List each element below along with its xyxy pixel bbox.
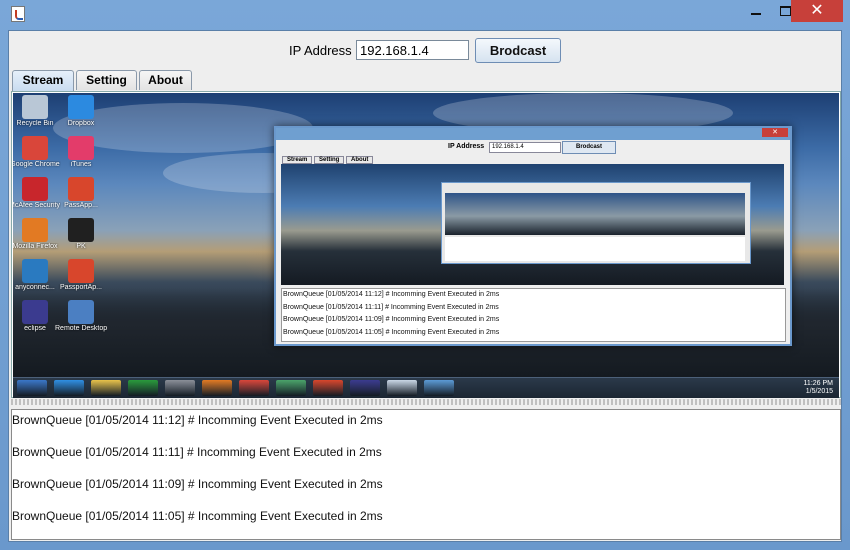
remote-desktop-stream[interactable]: Recycle Bin Dropbox Google Chrome iTunes McA… <box>13 93 839 398</box>
monitor-icon[interactable] <box>424 380 454 396</box>
dropbox-icon <box>68 95 94 119</box>
desktop-icon[interactable]: eclipse <box>13 300 61 333</box>
firefox-icon <box>22 218 48 242</box>
eclipse-icon[interactable] <box>350 380 380 396</box>
desktop-icon-label: PassportAp... <box>59 284 103 291</box>
file-explorer-icon[interactable] <box>91 380 121 396</box>
system-tray-clock[interactable]: 11:26 PM 1/5/2015 <box>804 380 833 396</box>
recursive-desktop <box>445 193 745 235</box>
clock-time: 11:26 PM <box>803 380 833 387</box>
desktop-icon-label: PassApp... <box>64 202 98 209</box>
nested-tab-about: About <box>346 156 374 164</box>
eclipse-icon <box>22 300 48 324</box>
desktop-icon[interactable]: Google Chrome <box>13 136 61 169</box>
log-line: BrownQueue [01/05/2014 11:05] # Incommin… <box>12 509 383 523</box>
anyconnect-icon <box>22 259 48 283</box>
globe-icon[interactable] <box>276 380 306 396</box>
desktop-icon-label: iTunes <box>70 161 92 168</box>
nested-log: BrownQueue [01/05/2014 11:12] # Incommin… <box>281 288 786 342</box>
tab-setting[interactable]: Setting <box>76 70 137 90</box>
windows-start-icon[interactable] <box>17 380 47 396</box>
nested-log-line: BrownQueue [01/05/2014 11:09] # Incommin… <box>283 316 500 323</box>
passapp-icon[interactable] <box>313 380 343 396</box>
nested-app-window: ✕ IP Address 192.168.1.4 Brodcast Stream… <box>274 126 792 346</box>
tab-stream[interactable]: Stream <box>12 70 74 91</box>
desktop-icon-label: Dropbox <box>67 120 95 127</box>
desktop-icon-label: Mozilla Firefox <box>13 243 58 250</box>
passapp-icon <box>68 177 94 201</box>
desktop-icon[interactable]: Dropbox <box>55 95 107 128</box>
nested-log-line: BrownQueue [01/05/2014 11:05] # Incommin… <box>283 328 500 336</box>
nested-log-line: BrownQueue [01/05/2014 11:11] # Incommin… <box>283 303 499 311</box>
client-area: IP Address Brodcast Stream Setting About… <box>8 30 842 542</box>
nested-tab-setting: Setting <box>314 156 345 164</box>
desktop-icon[interactable]: McAfee Security Sc... <box>13 177 61 210</box>
nested-broadcast-button: Brodcast <box>562 141 616 154</box>
network-icon[interactable] <box>165 380 195 396</box>
desktop-icon-label: Google Chrome <box>13 161 60 168</box>
ip-row: IP Address Brodcast <box>9 31 841 71</box>
store-icon[interactable] <box>128 380 158 396</box>
ip-address-label: IP Address <box>289 43 352 58</box>
chrome-icon <box>22 136 48 160</box>
event-log[interactable]: BrownQueue [01/05/2014 11:12] # Incommin… <box>11 409 841 540</box>
desktop-icon-label: McAfee Security Sc... <box>13 202 61 209</box>
desktop-icon[interactable]: PassportAp... <box>55 259 107 292</box>
desktop-icon[interactable]: PK <box>55 218 107 251</box>
java-cup-icon[interactable] <box>11 6 25 22</box>
chrome-icon[interactable] <box>239 380 269 396</box>
desktop-icon-label: anyconnec... <box>15 284 55 291</box>
nested-tabs: Stream Setting About <box>282 156 374 164</box>
log-line: BrownQueue [01/05/2014 11:09] # Incommin… <box>12 477 383 491</box>
taskbar: 11:26 PM 1/5/2015 <box>13 377 839 398</box>
nested-ip-label: IP Address <box>448 143 485 150</box>
close-button[interactable]: ✕ <box>791 0 843 22</box>
stream-panel: Recycle Bin Dropbox Google Chrome iTunes McA… <box>11 91 841 398</box>
recursive-app-window <box>441 182 751 264</box>
mcafee-icon <box>22 177 48 201</box>
passport-icon <box>68 259 94 283</box>
title-bar[interactable]: ✕ <box>0 0 850 30</box>
broadcast-button[interactable]: Brodcast <box>475 38 561 63</box>
desktop-icon[interactable]: Mozilla Firefox <box>13 218 61 251</box>
nested-title-bar <box>276 128 790 140</box>
nested-desktop-stream <box>281 164 784 285</box>
app-window: ✕ IP Address Brodcast Stream Setting Abo… <box>0 0 850 550</box>
firefox-icon[interactable] <box>202 380 232 396</box>
desktop-icon-label: eclipse <box>24 325 46 332</box>
desktop-icon-label: PK <box>76 243 86 250</box>
minimize-icon[interactable] <box>742 0 770 22</box>
remote-desktop-icon <box>68 300 94 324</box>
internet-explorer-icon[interactable] <box>54 380 84 396</box>
split-pane-divider[interactable] <box>11 399 841 405</box>
nested-close-icon: ✕ <box>762 128 788 137</box>
recycle-bin-icon <box>22 95 48 119</box>
log-line: BrownQueue [01/05/2014 11:12] # Incommin… <box>12 413 383 427</box>
log-line: BrownQueue [01/05/2014 11:11] # Incommin… <box>12 445 382 459</box>
nested-tab-stream: Stream <box>282 156 313 164</box>
desktop-icon[interactable]: Remote Desktop <box>55 300 107 333</box>
tab-about[interactable]: About <box>139 70 192 90</box>
desktop-icon-label: Remote Desktop <box>55 325 107 332</box>
desktop-icon[interactable]: PassApp... <box>55 177 107 210</box>
nested-ip-input: 192.168.1.4 <box>489 142 561 153</box>
desktop-icon-label: Recycle Bin <box>16 120 54 127</box>
nested-log-line: BrownQueue [01/05/2014 11:12] # Incommin… <box>283 291 500 298</box>
java-icon[interactable] <box>387 380 417 396</box>
desktop-icon[interactable]: anyconnec... <box>13 259 61 292</box>
itunes-icon <box>68 136 94 160</box>
pk-icon <box>68 218 94 242</box>
clock-date: 1/5/2015 <box>805 388 833 395</box>
ip-address-input[interactable] <box>356 40 469 60</box>
desktop-icon[interactable]: iTunes <box>55 136 107 169</box>
recursive-log <box>445 237 745 261</box>
desktop-icon[interactable]: Recycle Bin <box>13 95 61 128</box>
